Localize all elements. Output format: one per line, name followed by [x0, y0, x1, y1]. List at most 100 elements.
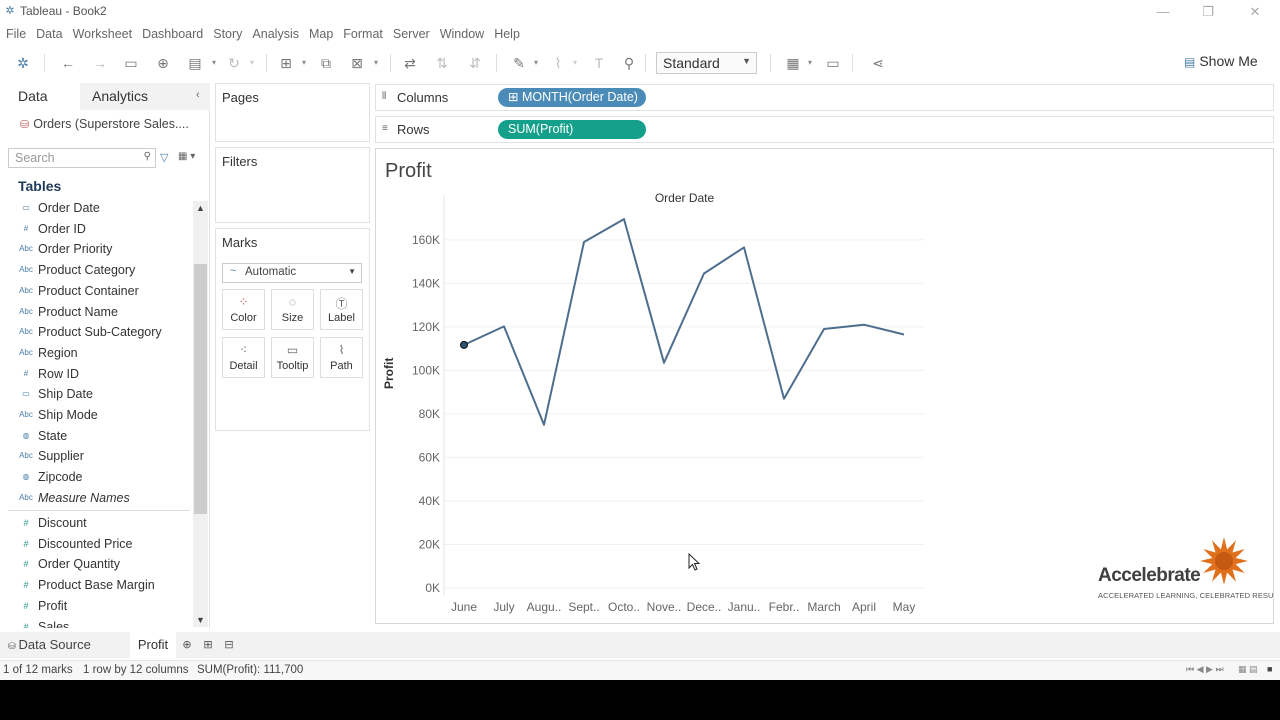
- scroll-up-icon[interactable]: ▲: [193, 201, 208, 215]
- measure-field[interactable]: # Discount: [0, 513, 192, 533]
- refresh-icon[interactable]: ↻: [224, 53, 244, 73]
- search-input[interactable]: Search ⚲: [8, 148, 156, 168]
- scroll-down-icon[interactable]: ▼: [193, 613, 208, 627]
- columns-shelf[interactable]: ⫴ Columns ⊞ MONTH(Order Date): [375, 84, 1274, 111]
- menu-help[interactable]: Help: [494, 24, 520, 44]
- menu-data[interactable]: Data: [36, 24, 62, 44]
- menu-file[interactable]: File: [6, 24, 26, 44]
- path-button[interactable]: ⌇ Path: [320, 337, 363, 378]
- new-story-tab-icon[interactable]: ⊟: [221, 637, 237, 653]
- dimension-field[interactable]: Abc Product Container: [0, 281, 192, 301]
- tableau-home-icon[interactable]: ✲: [13, 53, 33, 73]
- menu-format[interactable]: Format: [343, 24, 383, 44]
- rows-pill[interactable]: SUM(Profit): [498, 120, 646, 139]
- dimension-field[interactable]: Abc Product Category: [0, 260, 192, 280]
- duplicate-sheet-icon[interactable]: ⧉: [316, 53, 336, 73]
- close-button[interactable]: ✕: [1240, 2, 1270, 22]
- dimension-field[interactable]: ▭ Order Date: [0, 198, 192, 218]
- add-datasource-icon[interactable]: ⊕: [153, 53, 173, 73]
- tab-analytics[interactable]: Analytics: [92, 83, 148, 110]
- field-list-scrollbar[interactable]: ▲ ▼: [193, 201, 208, 627]
- view-options-icon[interactable]: ▦ ▾: [178, 151, 195, 162]
- rows-shelf[interactable]: ≡ Rows SUM(Profit): [375, 116, 1274, 143]
- data-point[interactable]: [861, 322, 867, 328]
- filter-fields-icon[interactable]: ▽: [160, 151, 168, 164]
- size-button[interactable]: ◌ Size: [271, 289, 314, 330]
- redo-icon[interactable]: →: [90, 53, 110, 73]
- columns-pill[interactable]: ⊞ MONTH(Order Date): [498, 88, 646, 107]
- minimize-button[interactable]: —: [1148, 2, 1178, 22]
- presentation-mode-icon[interactable]: ▭: [823, 53, 843, 73]
- detail-button[interactable]: ⁖ Detail: [222, 337, 265, 378]
- save-icon[interactable]: ▭: [121, 53, 141, 73]
- scroll-thumb[interactable]: [194, 264, 207, 514]
- data-point[interactable]: [701, 271, 707, 277]
- tooltip-button[interactable]: ▭ Tooltip: [271, 337, 314, 378]
- pages-card[interactable]: Pages: [215, 83, 370, 142]
- clear-sheet-icon[interactable]: ⊠: [347, 53, 367, 73]
- data-point[interactable]: [581, 239, 587, 245]
- menu-analysis[interactable]: Analysis: [252, 24, 299, 44]
- data-point[interactable]: [901, 331, 907, 337]
- dimension-field[interactable]: ▭ Ship Date: [0, 384, 192, 404]
- tab-data[interactable]: Data: [0, 83, 80, 110]
- tab-data-source[interactable]: ⛁ Data Source: [0, 632, 128, 658]
- menu-map[interactable]: Map: [309, 24, 333, 44]
- dimension-field[interactable]: # Row ID: [0, 364, 192, 384]
- new-worksheet-tab-icon[interactable]: ⊕: [179, 637, 195, 653]
- data-point[interactable]: [741, 244, 747, 250]
- undo-icon[interactable]: ←: [58, 53, 78, 73]
- sheet-nav-icon[interactable]: ⏮ ◀ ▶ ⏭: [1186, 664, 1224, 675]
- sort-descending-icon[interactable]: ⇵: [465, 53, 485, 73]
- measure-field[interactable]: # Order Quantity: [0, 554, 192, 574]
- measure-field[interactable]: # Sales: [0, 617, 192, 629]
- data-point[interactable]: [621, 216, 627, 222]
- data-point[interactable]: [541, 422, 547, 428]
- restore-button[interactable]: ❐: [1193, 2, 1223, 22]
- data-point[interactable]: [501, 323, 507, 329]
- measure-field[interactable]: # Product Base Margin: [0, 575, 192, 595]
- dimension-field[interactable]: # Order ID: [0, 219, 192, 239]
- new-dashboard-tab-icon[interactable]: ⊞: [200, 637, 216, 653]
- dimension-field[interactable]: ◍ Zipcode: [0, 467, 192, 487]
- dimension-field[interactable]: Abc Region: [0, 343, 192, 363]
- measure-field[interactable]: # Profit: [0, 596, 192, 616]
- filmstrip-view-icon[interactable]: ■: [1267, 664, 1272, 674]
- data-point[interactable]: [661, 360, 667, 366]
- swap-rows-columns-icon[interactable]: ⇄: [400, 53, 420, 73]
- show-me-button[interactable]: ▤ Show Me: [1184, 53, 1258, 69]
- menu-worksheet[interactable]: Worksheet: [73, 24, 133, 44]
- share-icon[interactable]: ⋖: [868, 53, 888, 73]
- dimension-field[interactable]: Abc Supplier: [0, 446, 192, 466]
- selected-data-point[interactable]: [460, 340, 468, 349]
- menu-story[interactable]: Story: [213, 24, 242, 44]
- data-point[interactable]: [821, 326, 827, 332]
- color-button[interactable]: ⁘ Color: [222, 289, 265, 330]
- pause-updates-icon[interactable]: ▤: [185, 53, 205, 73]
- dimension-field[interactable]: Abc Measure Names: [0, 488, 192, 508]
- dimension-field[interactable]: ◍ State: [0, 426, 192, 446]
- label-button[interactable]: Ⓣ Label: [320, 289, 363, 330]
- show-mark-labels-icon[interactable]: T: [589, 53, 609, 73]
- mark-type-select[interactable]: ~ Automatic ▼: [222, 263, 362, 283]
- dimension-field[interactable]: Abc Order Priority: [0, 239, 192, 259]
- fit-select[interactable]: Standard ▼: [656, 52, 757, 74]
- filters-card[interactable]: Filters: [215, 147, 370, 223]
- series-line-profit[interactable]: [463, 218, 905, 426]
- data-point[interactable]: [781, 396, 787, 402]
- dimension-field[interactable]: Abc Product Name: [0, 302, 192, 322]
- sheet-view-icon[interactable]: ▦ ▤: [1238, 664, 1258, 675]
- datasource-item[interactable]: ⛁ Orders (Superstore Sales....: [20, 117, 189, 131]
- dimension-field[interactable]: Abc Ship Mode: [0, 405, 192, 425]
- fix-axes-icon[interactable]: ⚲: [619, 53, 639, 73]
- show-cards-icon[interactable]: ▦: [783, 53, 803, 73]
- collapse-pane-icon[interactable]: ‹: [196, 89, 200, 101]
- worksheet-view[interactable]: Profit Order Date Profit 0K 20K 40K 60K 80K 1…: [375, 148, 1274, 624]
- menu-window[interactable]: Window: [440, 24, 484, 44]
- dimension-field[interactable]: Abc Product Sub-Category: [0, 322, 192, 342]
- menu-dashboard[interactable]: Dashboard: [142, 24, 203, 44]
- new-worksheet-icon[interactable]: ⊞: [276, 53, 296, 73]
- menu-server[interactable]: Server: [393, 24, 430, 44]
- measure-field[interactable]: # Discounted Price: [0, 534, 192, 554]
- highlight-icon[interactable]: ✎: [509, 53, 529, 73]
